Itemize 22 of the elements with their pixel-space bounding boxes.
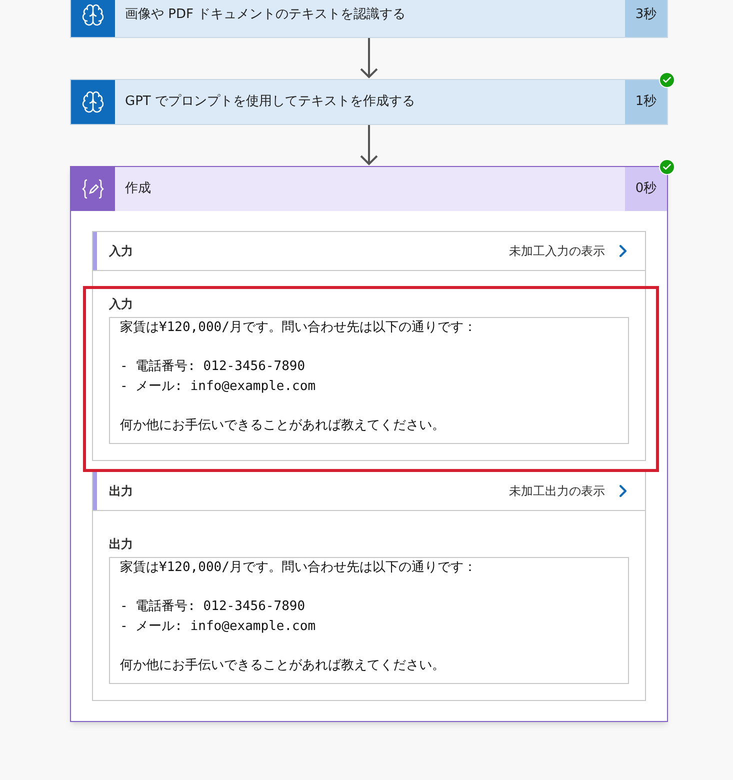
step-header[interactable]: GPT でプロンプトを使用してテキストを作成する 1秒	[71, 80, 667, 124]
section-heading: 出力	[109, 483, 133, 500]
braces-pencil-icon	[81, 178, 105, 200]
field-label: 入力	[109, 296, 134, 313]
step-duration: 1秒	[625, 80, 667, 124]
raw-view-link[interactable]: 未加工入力の表示	[509, 241, 633, 261]
step-title: 作成	[124, 180, 152, 198]
step-title: GPT でプロンプトを使用してテキストを作成する	[124, 93, 416, 112]
step-title: 画像や PDF ドキュメントのテキストを認識する	[124, 6, 407, 24]
value-box: 家賃は¥120,000/月です。問い合わせ先は以下の通りです： - 電話番号: 012-3456-7890 - メール: info@example.com 何か他にお手伝いできることがあれば教えてください。	[109, 317, 629, 444]
step-duration: 0秒	[625, 167, 667, 211]
raw-view-link[interactable]: 未加工出力の表示	[509, 481, 633, 501]
field-label: 出力	[109, 536, 134, 553]
step-duration: 3秒	[625, 0, 667, 37]
brain-icon	[81, 90, 105, 114]
step-header[interactable]: 画像や PDF ドキュメントのテキストを認識する 3秒	[71, 0, 667, 37]
value-box: 家賃は¥120,000/月です。問い合わせ先は以下の通りです： - 電話番号: 012-3456-7890 - メール: info@example.com 何か他にお手伝いできることがあれば教えてください。	[109, 557, 629, 684]
brain-icon	[81, 3, 105, 27]
down-arrow-icon	[359, 38, 379, 79]
down-arrow-icon	[359, 125, 379, 166]
section-heading: 入力	[109, 243, 133, 260]
step-header[interactable]: 作成 0秒	[71, 167, 667, 211]
